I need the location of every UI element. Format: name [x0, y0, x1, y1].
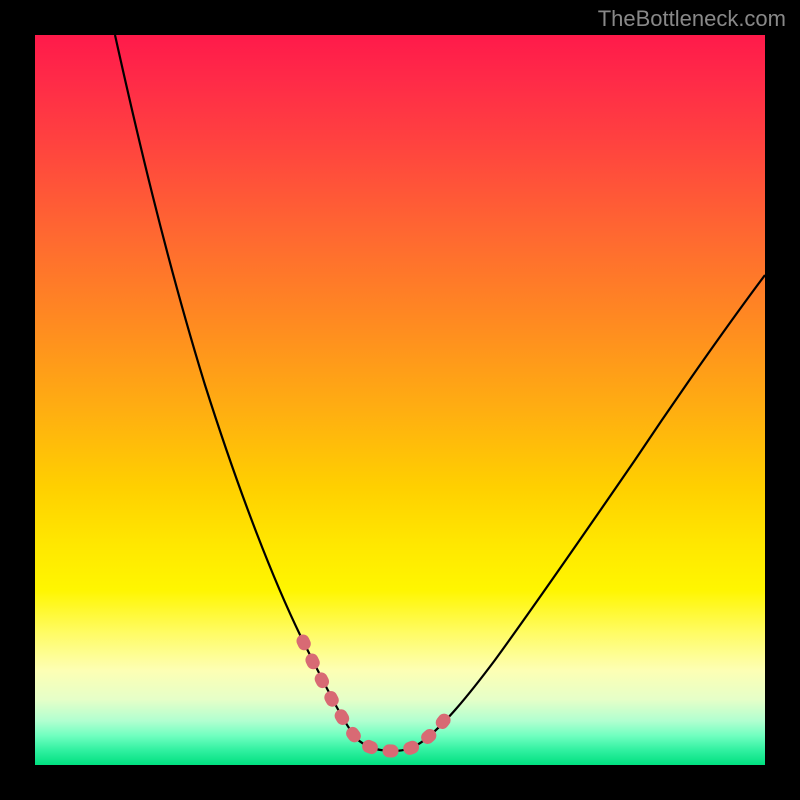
- watermark-text: TheBottleneck.com: [598, 6, 786, 32]
- highlight-segment: [303, 641, 445, 751]
- plot-area: [35, 35, 765, 765]
- bottleneck-curve: [35, 35, 765, 765]
- chart-container: TheBottleneck.com: [0, 0, 800, 800]
- curve-path: [115, 35, 765, 751]
